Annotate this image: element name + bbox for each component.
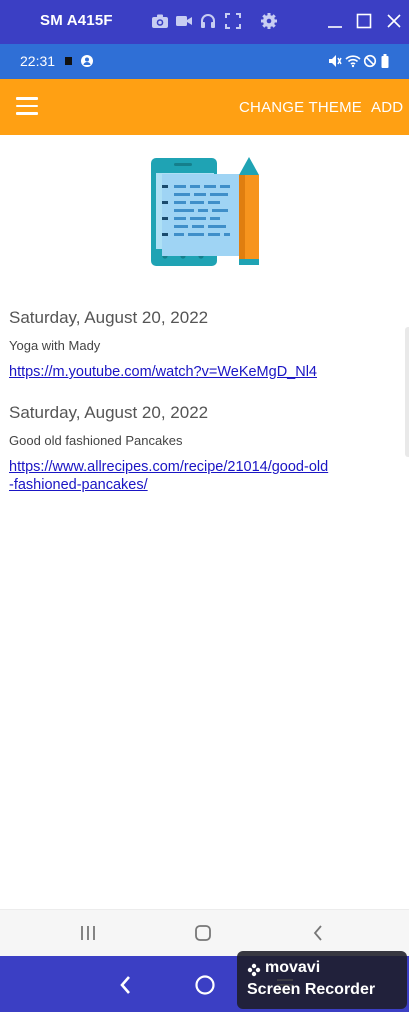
change-theme-button[interactable]: CHANGE THEME bbox=[239, 99, 362, 116]
entry-date: Saturday, August 20, 2022 bbox=[9, 308, 209, 327]
entry-description: Good old fashioned Pancakes bbox=[9, 433, 183, 448]
android-nav-bar bbox=[0, 909, 409, 956]
device-home-icon[interactable] bbox=[193, 974, 217, 1001]
battery-icon bbox=[380, 53, 390, 69]
entry-date: Saturday, August 20, 2022 bbox=[9, 403, 209, 422]
movavi-watermark: movavi Screen Recorder bbox=[237, 951, 407, 1009]
recents-icon[interactable] bbox=[80, 922, 96, 944]
back-icon[interactable] bbox=[312, 922, 324, 944]
mute-icon bbox=[328, 53, 342, 69]
status-bar: 22:31 bbox=[0, 44, 409, 79]
entry-link-line-2[interactable]: -fashioned-pancakes/ bbox=[9, 477, 148, 493]
hamburger-menu-icon[interactable] bbox=[16, 97, 38, 117]
entry-link[interactable]: https://www.allrecipes.com/recipe/21014/… bbox=[9, 458, 369, 494]
entry-description: Yoga with Mady bbox=[9, 338, 101, 353]
entry-link[interactable]: https://m.youtube.com/watch?v=WeKeMgD_Nl… bbox=[9, 363, 369, 381]
edge-panel-handle[interactable] bbox=[405, 327, 409, 457]
window-title-bar: SM A415F bbox=[0, 0, 409, 44]
notification-square-icon bbox=[64, 53, 74, 69]
fullscreen-icon[interactable] bbox=[223, 11, 243, 31]
gear-icon[interactable] bbox=[259, 11, 279, 31]
home-icon[interactable] bbox=[194, 922, 212, 944]
notes-illustration-icon bbox=[148, 155, 262, 267]
minimize-icon[interactable] bbox=[325, 11, 345, 31]
entry-link-line-1[interactable]: https://www.allrecipes.com/recipe/21014/… bbox=[9, 459, 328, 475]
app-toolbar: CHANGE THEME ADD bbox=[0, 79, 409, 135]
close-icon[interactable] bbox=[384, 11, 404, 31]
device-back-icon[interactable] bbox=[118, 974, 134, 1001]
watermark-product: Screen Recorder bbox=[247, 981, 376, 998]
wifi-icon bbox=[345, 53, 361, 69]
account-icon bbox=[80, 53, 94, 69]
video-icon[interactable] bbox=[174, 11, 194, 31]
list-item[interactable]: Saturday, August 20, 2022 Yoga with Mady… bbox=[9, 308, 369, 381]
maximize-icon[interactable] bbox=[354, 11, 374, 31]
main-content: Saturday, August 20, 2022 Yoga with Mady… bbox=[0, 135, 409, 909]
watermark-brand: movavi bbox=[265, 959, 321, 976]
camera-icon[interactable] bbox=[150, 11, 170, 31]
headphones-icon[interactable] bbox=[198, 11, 218, 31]
movavi-logo-icon bbox=[247, 963, 261, 977]
status-time: 22:31 bbox=[20, 53, 56, 69]
add-button[interactable]: ADD bbox=[371, 99, 403, 116]
list-item[interactable]: Saturday, August 20, 2022 Good old fashi… bbox=[9, 403, 369, 494]
dnd-icon bbox=[363, 53, 377, 69]
device-title: SM A415F bbox=[40, 12, 113, 29]
